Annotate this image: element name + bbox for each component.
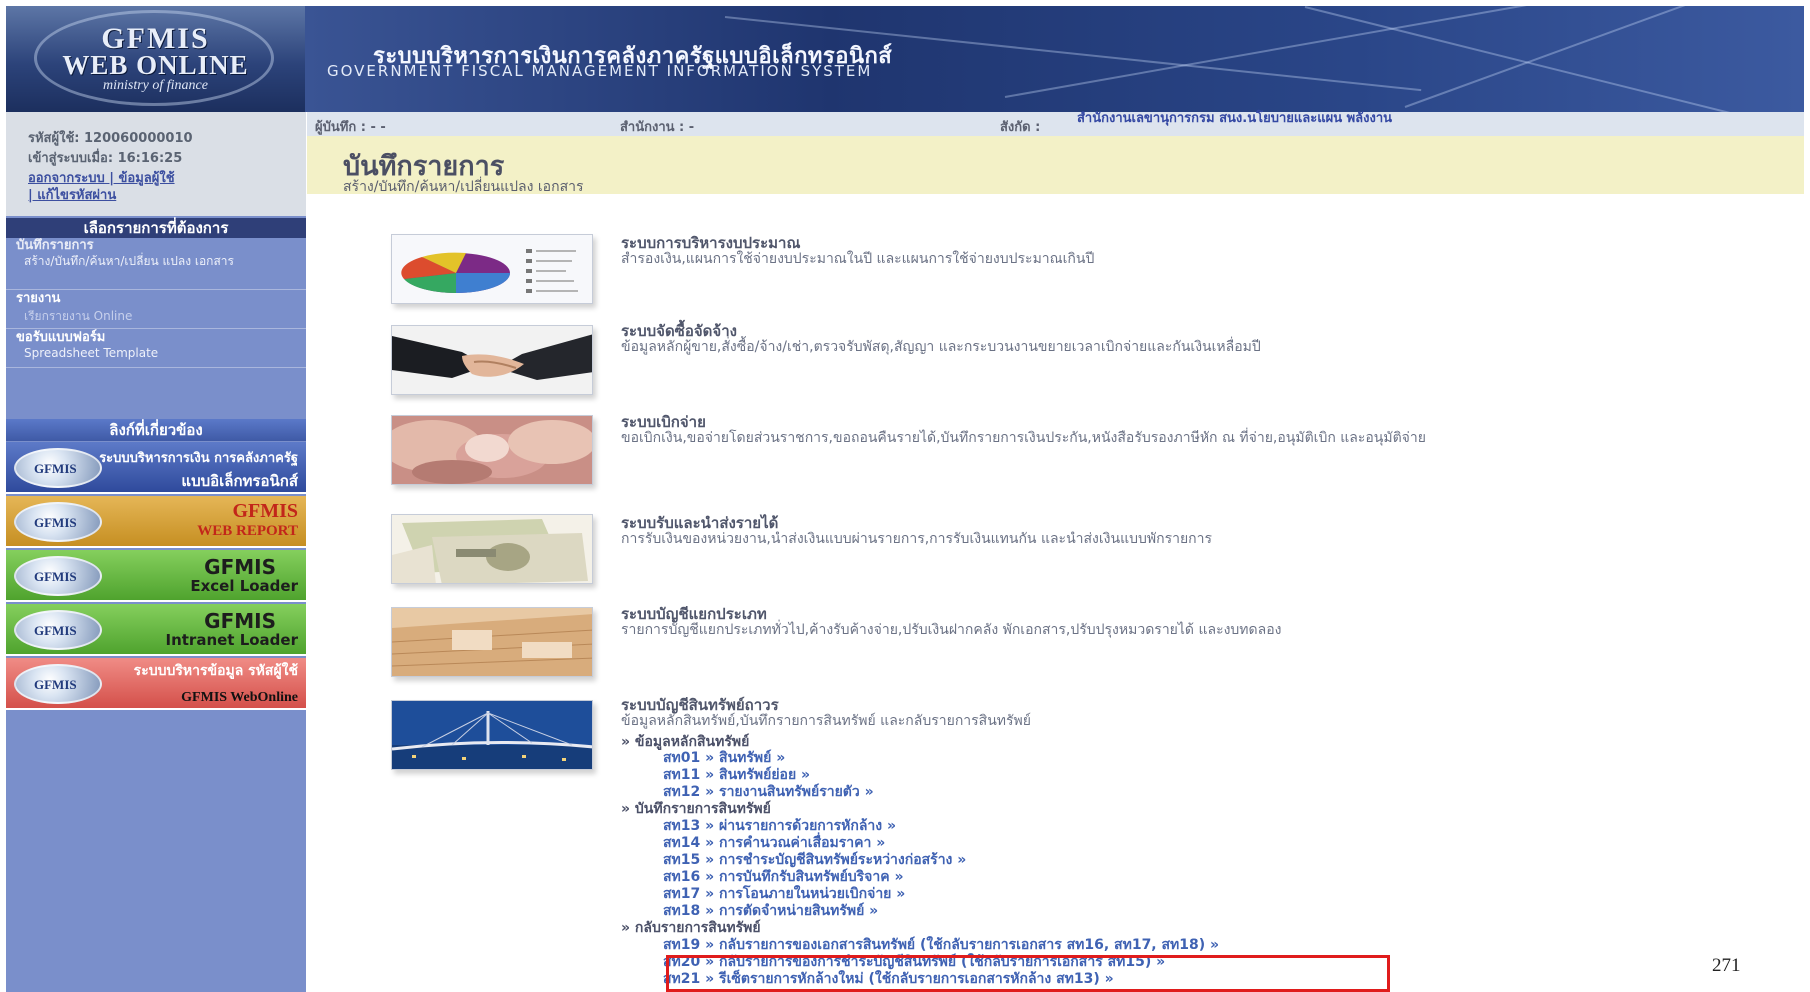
menu-item-forms[interactable]: ขอรับแบบฟอร์ม Spreadsheet Template bbox=[6, 330, 306, 368]
module-desc: การรับเงินของหน่วยงาน,นำส่งเงินแบบผ่านรา… bbox=[621, 531, 1213, 547]
user-info: รหัสผู้ใช้: 120060000010 เข้าสู่ระบบเมื่… bbox=[6, 112, 306, 216]
affiliation-value: สำนักงานเลขานุการกรม สนง.นโยบายและแผน พล… bbox=[1077, 111, 1393, 126]
sys-line1: ระบบบริหารข้อมูล รหัสผู้ใช้ bbox=[133, 663, 298, 679]
gfmis-logo[interactable]: GFMIS WEB ONLINE ministry of finance bbox=[6, 6, 305, 112]
banknotes-thumbnail[interactable] bbox=[391, 415, 593, 485]
banknotes-green-thumbnail[interactable] bbox=[391, 514, 593, 584]
menu-item-sub: สร้าง/บันทึก/ค้นหา/เปลี่ยน แปลง เอกสาร bbox=[24, 254, 234, 268]
link-excel-loader[interactable]: GFMIS GFMIS Excel Loader bbox=[6, 550, 306, 602]
link-user-management[interactable]: GFMIS ระบบบริหารข้อมูล รหัสผู้ใช้ GFMIS … bbox=[6, 658, 306, 710]
page-number: 271 bbox=[1712, 955, 1741, 976]
login-time: เข้าสู่ระบบเมื่อ: 16:16:25 bbox=[28, 151, 183, 166]
bridge-thumbnail[interactable] bbox=[391, 700, 593, 770]
sys-line1: ระบบบริหารการเงิน การคลังภาครัฐ bbox=[99, 451, 298, 466]
sys-line1: GFMIS bbox=[232, 500, 298, 522]
module-desc: ขอเบิกเงิน,ขอจ่ายโดยส่วนราชการ,ขอถอนคืนร… bbox=[621, 430, 1426, 446]
info-bar: ผู้บันทึก : - - สำนักงาน : - สังกัด : สำ… bbox=[307, 112, 1804, 136]
user-links[interactable]: ออกจากระบบ | ข้อมูลผู้ใช้ bbox=[28, 170, 306, 187]
header: GFMIS WEB ONLINE ministry of finance ระบ… bbox=[6, 6, 1804, 112]
logo-line3: ministry of finance bbox=[103, 78, 208, 93]
sys-line2: WEB REPORT bbox=[197, 523, 298, 539]
change-password-link[interactable]: | แก้ไขรหัสผ่าน bbox=[28, 187, 306, 204]
user-id: รหัสผู้ใช้: 120060000010 bbox=[28, 131, 193, 146]
sys-line1: GFMIS bbox=[204, 555, 276, 579]
gfmis-globe-icon: GFMIS bbox=[14, 610, 102, 650]
menu-section-title: เลือกรายการที่ต้องการ bbox=[6, 218, 306, 238]
pie-chart-thumbnail[interactable] bbox=[391, 234, 593, 304]
menu-item-sub: เรียกรายงาน Online bbox=[24, 309, 133, 323]
title-bar: บันทึกรายการ สร้าง/บันทึก/ค้นหา/เปลี่ยนแ… bbox=[307, 136, 1804, 195]
link-intranet-loader[interactable]: GFMIS GFMIS Intranet Loader bbox=[6, 604, 306, 656]
module-desc: รายการบัญชีแยกประเภททั่วไป,ค้างรับค้างจ่… bbox=[621, 622, 1282, 638]
logo-line2: WEB ONLINE bbox=[62, 50, 249, 80]
menu-item-title: บันทึกรายการ bbox=[16, 238, 94, 253]
header-banner: ระบบบริหารการเงินการคลังภาครัฐแบบอิเล็กท… bbox=[305, 6, 1804, 112]
gfmis-globe-icon: GFMIS bbox=[14, 502, 102, 542]
main-content: ผู้บันทึก : - - สำนักงาน : - สังกัด : สำ… bbox=[307, 112, 1804, 992]
module-desc: ข้อมูลหลักผู้ขาย,สั่งซื้อ/จ้าง/เช่า,ตรวจ… bbox=[621, 339, 1261, 355]
link-web-report[interactable]: GFMIS GFMIS WEB REPORT bbox=[6, 496, 306, 548]
gfmis-globe-icon: GFMIS bbox=[14, 556, 102, 596]
module-desc: ข้อมูลหลักสินทรัพย์,บันทึกรายการสินทรัพย… bbox=[621, 713, 1031, 729]
module-desc: สำรองเงิน,แผนการใช้จ่ายงบประมาณในปี และแ… bbox=[621, 251, 1095, 267]
gfmis-globe-icon: GFMIS bbox=[14, 448, 102, 488]
sys-line2: แบบอิเล็กทรอนิกส์ bbox=[181, 472, 298, 490]
sys-line1: GFMIS bbox=[204, 609, 276, 633]
related-links-title: ลิงก์ที่เกี่ยวข้อง bbox=[6, 419, 306, 441]
recorder-label: ผู้บันทึก : - - bbox=[315, 120, 386, 135]
ledger-thumbnail[interactable] bbox=[391, 607, 593, 677]
menu-item-sub: Spreadsheet Template bbox=[24, 346, 159, 360]
highlight-box bbox=[666, 955, 1390, 992]
sys-line2: Excel Loader bbox=[190, 577, 298, 595]
page-subtitle: สร้าง/บันทึก/ค้นหา/เปลี่ยนแปลง เอกสาร bbox=[343, 179, 584, 195]
sys-line2: GFMIS WebOnline bbox=[181, 690, 298, 705]
sidebar: รหัสผู้ใช้: 120060000010 เข้าสู่ระบบเมื่… bbox=[6, 112, 306, 992]
menu-item-title: ขอรับแบบฟอร์ม bbox=[16, 330, 106, 345]
affiliation-label: สังกัด : bbox=[1000, 120, 1041, 135]
header-title-en: GOVERNMENT FISCAL MANAGEMENT INFORMATION… bbox=[327, 62, 873, 80]
menu-item-report[interactable]: รายงาน เรียกรายงาน Online bbox=[6, 291, 306, 329]
handshake-thumbnail[interactable] bbox=[391, 325, 593, 395]
link-gfmis-system[interactable]: GFMIS ระบบบริหารการเงิน การคลังภาครัฐ แบ… bbox=[6, 442, 306, 494]
menu-item-title: รายงาน bbox=[16, 291, 61, 306]
sys-line2: Intranet Loader bbox=[165, 631, 299, 649]
menu-item-record[interactable]: บันทึกรายการ สร้าง/บันทึก/ค้นหา/เปลี่ยน … bbox=[6, 238, 306, 290]
office-label: สำนักงาน : - bbox=[620, 120, 695, 135]
gfmis-globe-icon: GFMIS bbox=[14, 664, 102, 704]
